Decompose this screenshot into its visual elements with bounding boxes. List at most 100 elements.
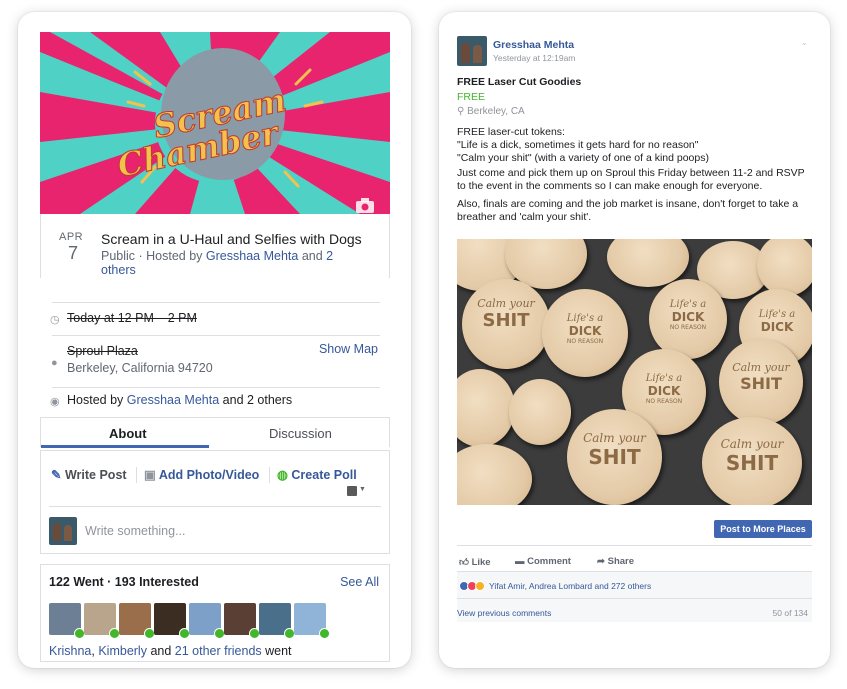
token-calm: Calm your SHIT [567, 409, 662, 505]
and-text: and [298, 249, 327, 263]
location-pin-icon: ⚲ [457, 106, 465, 117]
attendance-panel: 122 Went · 193 Interested See All Krishn… [40, 564, 390, 662]
cover-illustration: Scream Chamber [40, 32, 390, 214]
divider [52, 387, 380, 388]
post-timestamp[interactable]: Yesterday at 12:19am [493, 53, 575, 63]
other-friends-link[interactable]: 21 other friends [175, 644, 262, 658]
friends-went-text: Krishna, Kimberly and 21 other friends w… [49, 644, 292, 658]
tab-about[interactable]: About [109, 426, 147, 441]
separator [136, 467, 137, 483]
write-post-label: Write Post [64, 468, 127, 482]
token-calm: Calm your SHIT [702, 417, 802, 505]
poll-icon: ◍ [277, 468, 288, 482]
place-address: Berkeley, California 94720 [67, 361, 213, 375]
event-cover-photo[interactable]: Scream Chamber [40, 32, 390, 214]
event-day: 7 [68, 243, 79, 263]
share-button[interactable]: ➦ Share [597, 556, 634, 567]
body-paragraph: Just come and pick them up on Sproul thi… [457, 167, 805, 192]
comment-button[interactable]: ▬ Comment [515, 556, 571, 567]
friend-link-kimberly[interactable]: Kimberly [98, 644, 147, 658]
friend-avatar[interactable] [49, 603, 85, 639]
item-location: ⚲ Berkeley, CA [457, 106, 525, 117]
event-time: Today at 12 PM – 2 PM [67, 311, 197, 325]
divider [49, 506, 381, 507]
comment-label: Comment [527, 556, 571, 567]
write-something-input[interactable]: Write something... [85, 524, 186, 538]
hosted-prefix: Hosted by [67, 393, 127, 407]
add-photo-button[interactable]: ▣ Add Photo/Video [144, 467, 259, 482]
token-life: Life's a DICK NO REASON [542, 289, 628, 377]
write-post-button[interactable]: ✎ Write Post [51, 467, 127, 482]
create-poll-button[interactable]: ◍ Create Poll [277, 467, 357, 482]
went-interested-count: 122 Went · 193 Interested [49, 575, 199, 589]
tab-discussion[interactable]: Discussion [269, 426, 332, 441]
create-poll-label: Create Poll [291, 468, 357, 482]
and-text: and [146, 644, 175, 658]
friend-avatar[interactable] [259, 603, 295, 639]
item-price: FREE [457, 91, 486, 103]
photo-icon: ▣ [144, 468, 156, 482]
event-title: Scream in a U-Haul and Selfies with Dogs [101, 231, 362, 247]
audience-selector-icon[interactable] [347, 486, 357, 496]
like-button[interactable]: 👍︎ Like [459, 556, 491, 568]
post-card: Gresshaa Mehta Yesterday at 12:19am ⌄ FR… [439, 12, 830, 668]
hosted-row: ◉ Hosted by Gresshaa Mehta and 2 others [40, 392, 390, 414]
event-tabs: About Discussion [40, 417, 390, 448]
event-header: APR 7 Scream in a U-Haul and Selfies wit… [40, 214, 390, 278]
friend-avatar[interactable] [154, 603, 190, 639]
event-card: Scream Chamber APR 7 Scream in a U-Haul … [18, 12, 411, 668]
add-photo-label: Add Photo/Video [158, 468, 260, 482]
location-text: Berkeley, CA [467, 106, 525, 117]
event-month: APR [59, 231, 84, 243]
share-label: Share [607, 556, 635, 567]
post: Gresshaa Mehta Yesterday at 12:19am ⌄ FR… [457, 30, 817, 655]
post-composer: ✎ Write Post ▣ Add Photo/Video ◍ Create … [40, 450, 390, 554]
check-icon [319, 628, 330, 639]
comment-icon: ▬ [515, 556, 525, 567]
pencil-icon: ✎ [51, 468, 62, 482]
friend-avatar[interactable] [119, 603, 155, 639]
token-calm: Calm your SHIT [719, 339, 803, 425]
chevron-down-icon[interactable]: ▼ [359, 486, 366, 493]
body-line: "Life is a dick, sometimes it gets hard … [457, 139, 699, 151]
event-privacy-host: Public · Hosted by Gresshaa Mehta and 2 … [101, 249, 371, 277]
divider [52, 302, 380, 303]
friend-link-krishna[interactable]: Krishna [49, 644, 91, 658]
reactions-area: Yifat Amir, Andrea Lombard and 272 other… [457, 572, 812, 622]
post-to-more-places-button[interactable]: Post to More Places [714, 520, 812, 538]
post-photo[interactable]: Calm your SHIT Life's a DICK NO REASON L… [457, 239, 812, 505]
comment-count: 50 of 134 [772, 608, 808, 618]
divider [52, 335, 380, 336]
divider [457, 598, 812, 599]
privacy-text: Public · Hosted by [101, 249, 206, 263]
event-page: Scream Chamber APR 7 Scream in a U-Haul … [40, 32, 390, 662]
friend-avatar[interactable] [224, 603, 260, 639]
event-location-row[interactable]: ● Sproul Plaza Berkeley, California 9472… [40, 342, 390, 388]
author-avatar[interactable] [457, 36, 487, 66]
user-avatar [49, 517, 77, 545]
see-all-link[interactable]: See All [340, 575, 379, 589]
went-suffix: went [261, 644, 292, 658]
reactions-names[interactable]: Yifat Amir, Andrea Lombard and 272 other… [489, 581, 651, 591]
place-name: Sproul Plaza [67, 344, 138, 358]
item-title: FREE Laser Cut Goodies [457, 76, 582, 88]
hosted-host-link[interactable]: Gresshaa Mehta [127, 393, 219, 407]
hosted-text: Hosted by Gresshaa Mehta and 2 others [67, 393, 292, 407]
token-calm: Calm your SHIT [462, 279, 550, 369]
token [757, 239, 812, 296]
separator [269, 467, 270, 483]
friend-avatar[interactable] [189, 603, 225, 639]
globe-icon: ◉ [50, 396, 60, 408]
show-map-link[interactable]: Show Map [319, 342, 378, 356]
chevron-down-icon[interactable]: ⌄ [801, 38, 808, 47]
clock-icon: ◷ [50, 314, 60, 326]
view-previous-comments-link[interactable]: View previous comments [457, 608, 551, 618]
body-line: "Calm your shit" (with a variety of one … [457, 152, 709, 164]
friend-avatar[interactable] [84, 603, 120, 639]
author-name[interactable]: Gresshaa Mehta [493, 39, 574, 51]
hosted-suffix: and 2 others [219, 393, 293, 407]
friend-avatar[interactable] [294, 603, 330, 639]
share-icon: ➦ [597, 556, 605, 567]
thumbs-up-icon: 👍︎ [459, 557, 469, 568]
host-link[interactable]: Gresshaa Mehta [206, 249, 298, 263]
